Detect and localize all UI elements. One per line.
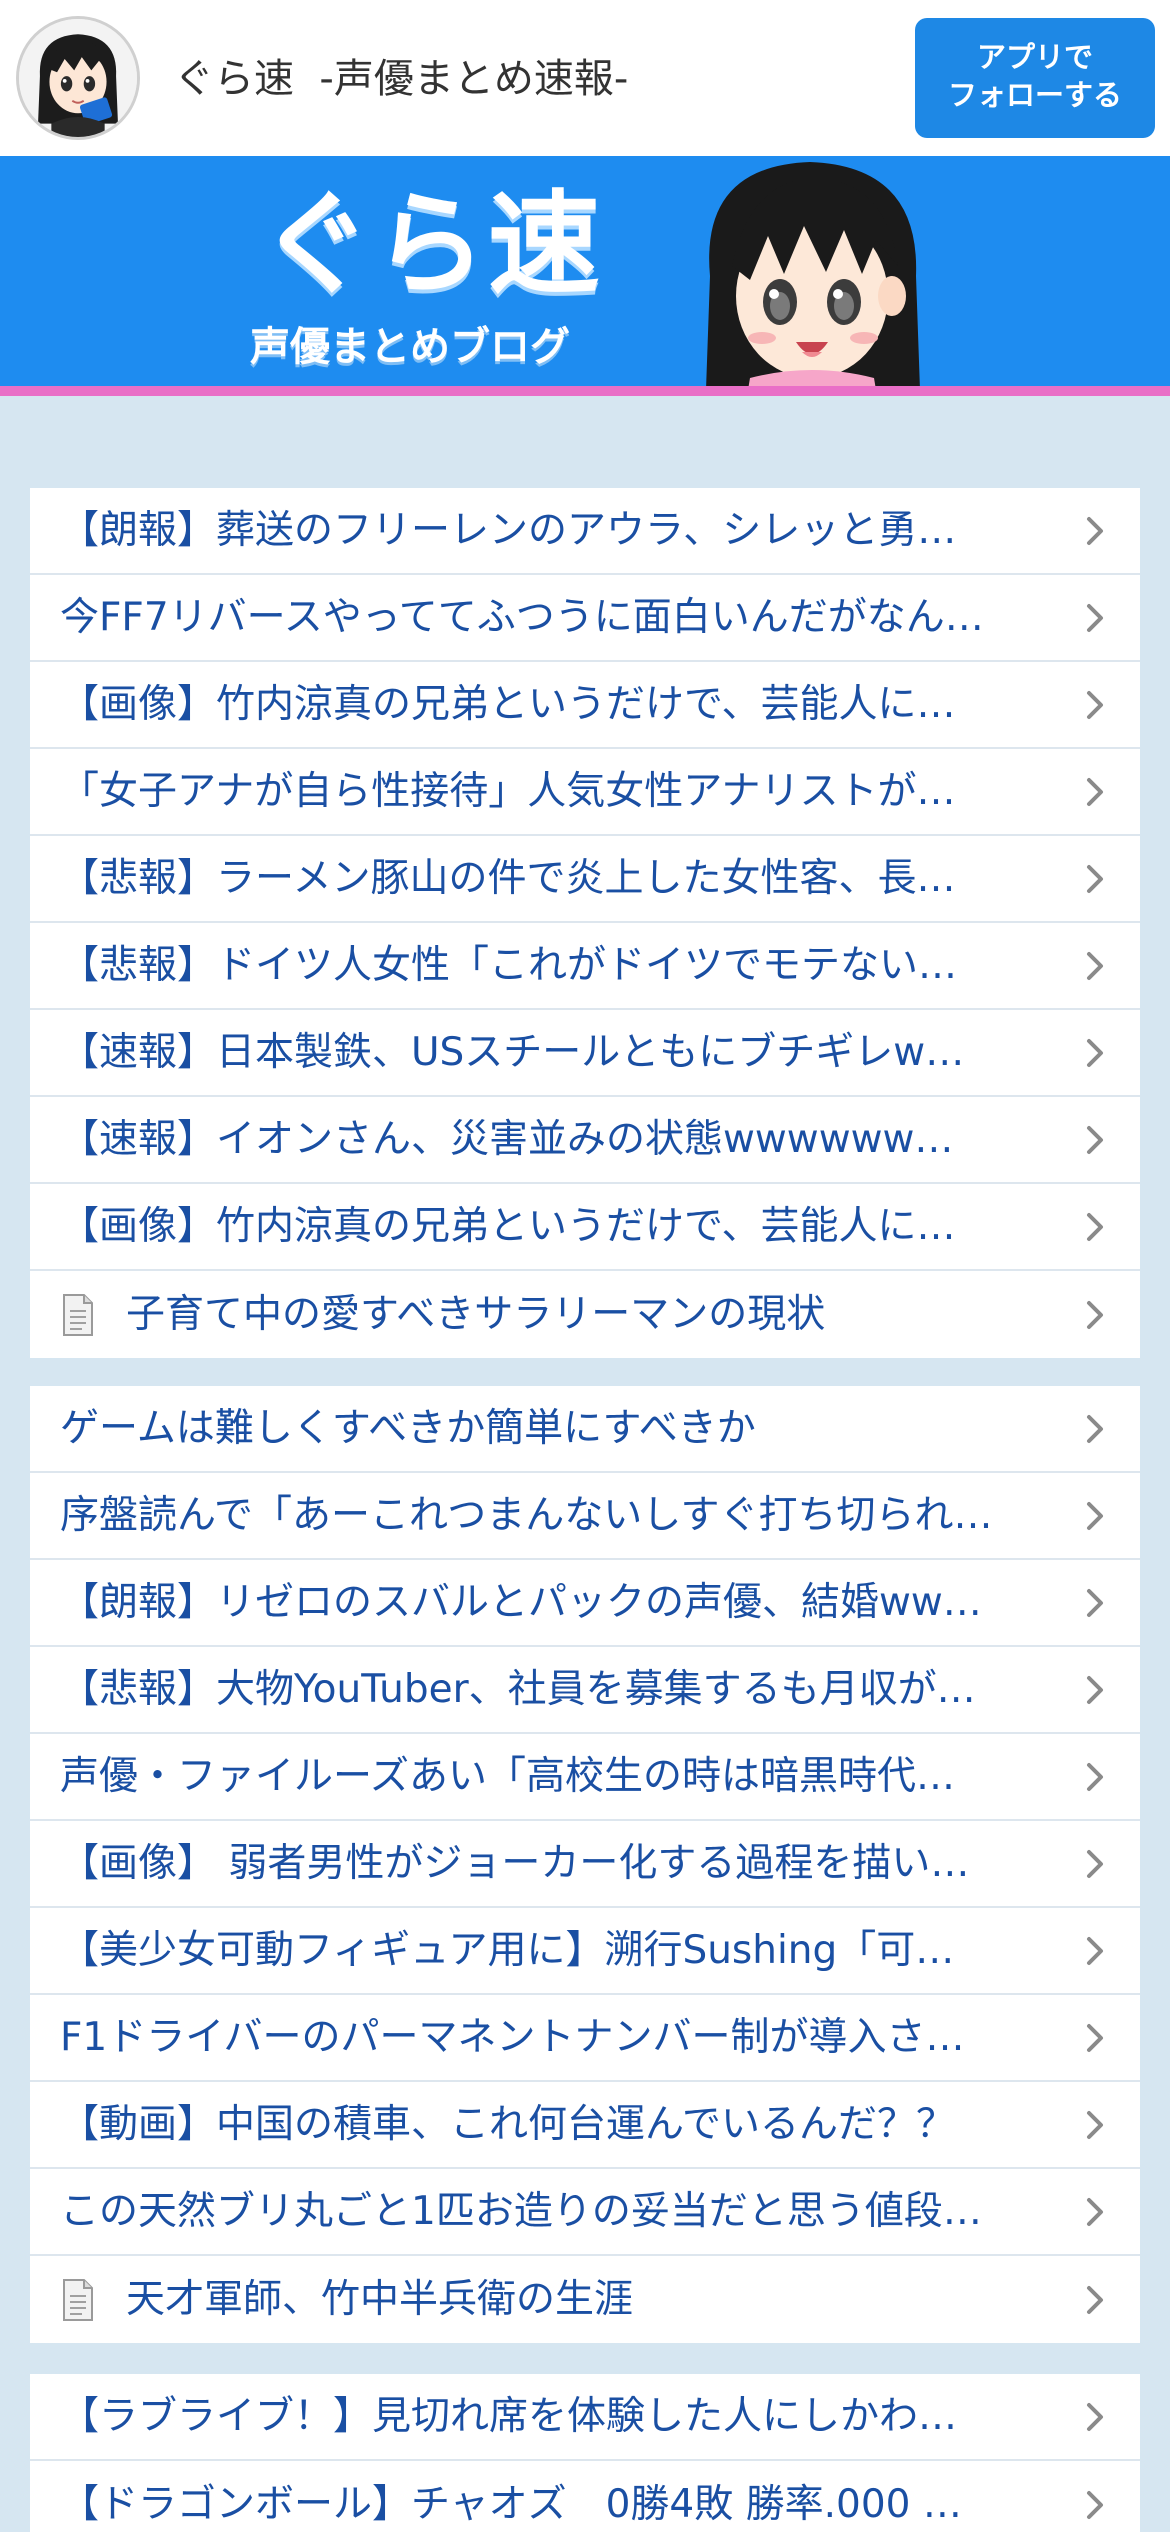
follow-in-app-button[interactable]: アプリで フォローする [915, 18, 1155, 138]
article-title: 【ラブライブ！】見切れ席を体験した人にしかわ… [60, 2394, 958, 2439]
article-title: 【画像】竹内涼真の兄弟というだけで、芸能人に… [60, 682, 956, 727]
chevron-right-icon [1080, 1295, 1110, 1335]
article-list-item[interactable]: 【ラブライブ！】見切れ席を体験した人にしかわ… [30, 2374, 1140, 2461]
chevron-right-icon [1080, 2280, 1110, 2320]
article-title: 【朗報】リゼロのスバルとパックの声優、結婚ww… [60, 1580, 982, 1625]
app-header: ぐら速 -声優まとめ速報- アプリで フォローする [0, 0, 1170, 156]
article-title: 序盤読んで「あーこれつまんないしすぐ打ち切られ… [60, 1493, 993, 1538]
chevron-right-icon [1080, 1207, 1110, 1247]
article-title: F1ドライバーのパーマネントナンバー制が導入さ… [60, 2015, 965, 2060]
article-title: 【悲報】大物YouTuber、社員を募集するも月収が… [60, 1667, 976, 1712]
chevron-right-icon [1080, 772, 1110, 812]
article-list-item[interactable]: 【画像】竹内涼真の兄弟というだけで、芸能人に… [30, 662, 1140, 749]
mascot-avatar-icon [19, 19, 137, 137]
article-title: 子育て中の愛すべきサラリーマンの現状 [126, 1292, 826, 1337]
follow-button-line2: フォローする [947, 78, 1122, 112]
article-list-3: 【ラブライブ！】見切れ席を体験した人にしかわ… 【ドラゴンボール】チャオズ 0勝4… [30, 2374, 1140, 2532]
article-list-item[interactable]: 【動画】中国の積車、これ何台運んでいるんだ？？ [30, 2082, 1140, 2169]
chevron-right-icon [1080, 598, 1110, 638]
article-list-item[interactable]: 【朗報】葬送のフリーレンのアウラ、シレッと勇… [30, 488, 1140, 575]
article-list-item[interactable]: 【悲報】ドイツ人女性「これがドイツでモテない… [30, 923, 1140, 1010]
article-list-item[interactable]: この天然ブリ丸ごと1匹お造りの妥当だと思う値段… [30, 2169, 1140, 2256]
mascot-girl-icon [706, 162, 920, 390]
article-title: 【朗報】葬送のフリーレンのアウラ、シレッと勇… [60, 508, 957, 553]
article-list-item[interactable]: 【画像】 弱者男性がジョーカー化する過程を描い… [30, 1821, 1140, 1908]
article-list-item[interactable]: 【美少女可動フィギュア用に】溯行Sushing「可… [30, 1908, 1140, 1995]
article-title: 【ドラゴンボール】チャオズ 0勝4敗 勝率.000 … [60, 2482, 962, 2527]
article-list-item[interactable]: 子育て中の愛すべきサラリーマンの現状 [30, 1271, 1140, 1358]
article-list-1: 【朗報】葬送のフリーレンのアウラ、シレッと勇… 今FF7リバースやっててふつうに面… [30, 488, 1140, 1358]
banner-subtitle: 声優まとめブログ [250, 324, 570, 370]
chevron-right-icon [1080, 2397, 1110, 2437]
article-title: 【速報】イオンさん、災害並みの状態wwwwww… [60, 1117, 954, 1162]
article-title: 声優・ファイルーズあい「高校生の時は暗黒時代… [60, 1754, 956, 1799]
chevron-right-icon [1080, 946, 1110, 986]
chevron-right-icon [1080, 2485, 1110, 2525]
banner-logo-text: ぐら速 [260, 180, 602, 310]
article-title: 【美少女可動フィギュア用に】溯行Sushing「可… [60, 1928, 955, 1973]
article-list-item[interactable]: F1ドライバーのパーマネントナンバー制が導入さ… [30, 1995, 1140, 2082]
article-title: 天才軍師、竹中半兵衛の生涯 [126, 2277, 634, 2322]
site-title[interactable]: ぐら速 -声優まとめ速報- [174, 44, 628, 114]
chevron-right-icon [1080, 1409, 1110, 1449]
article-title: 【悲報】ドイツ人女性「これがドイツでモテない… [60, 943, 958, 988]
article-title: 【悲報】ラーメン豚山の件で炎上した女性客、長… [60, 856, 956, 901]
chevron-right-icon [1080, 1583, 1110, 1623]
article-list-item[interactable]: 【速報】日本製鉄、USスチールともにブチギレw… [30, 1010, 1140, 1097]
chevron-right-icon [1080, 2192, 1110, 2232]
chevron-right-icon [1080, 2105, 1110, 2145]
chevron-right-icon [1080, 1670, 1110, 1710]
article-list-item[interactable]: 【画像】竹内涼真の兄弟というだけで、芸能人に… [30, 1184, 1140, 1271]
chevron-right-icon [1080, 1844, 1110, 1884]
article-title: 「女子アナが自ら性接待」人気女性アナリストが… [60, 769, 956, 814]
article-list-item[interactable]: 今FF7リバースやっててふつうに面白いんだがなん… [30, 575, 1140, 662]
article-list-item[interactable]: 声優・ファイルーズあい「高校生の時は暗黒時代… [30, 1734, 1140, 1821]
article-list-item[interactable]: 序盤読んで「あーこれつまんないしすぐ打ち切られ… [30, 1473, 1140, 1560]
chevron-right-icon [1080, 2018, 1110, 2058]
article-list-item[interactable]: 【朗報】リゼロのスバルとパックの声優、結婚ww… [30, 1560, 1140, 1647]
document-icon [60, 2278, 96, 2322]
chevron-right-icon [1080, 1033, 1110, 1073]
article-list-item[interactable]: 「女子アナが自ら性接待」人気女性アナリストが… [30, 749, 1140, 836]
document-icon [60, 1293, 96, 1337]
site-banner[interactable]: ぐら速 声優まとめブログ [0, 156, 1170, 390]
site-avatar[interactable] [16, 16, 140, 140]
chevron-right-icon [1080, 1931, 1110, 1971]
chevron-right-icon [1080, 685, 1110, 725]
chevron-right-icon [1080, 1757, 1110, 1797]
article-title: 【動画】中国の積車、これ何台運んでいるんだ？？ [60, 2102, 956, 2147]
article-title: この天然ブリ丸ごと1匹お造りの妥当だと思う値段… [60, 2189, 982, 2234]
article-list-item[interactable]: 【悲報】ラーメン豚山の件で炎上した女性客、長… [30, 836, 1140, 923]
article-title: 【画像】 弱者男性がジョーカー化する過程を描い… [60, 1841, 970, 1886]
article-list-2: ゲームは難しくすべきか簡単にすべきか序盤読んで「あーこれつまんないしすぐ打ち切ら… [30, 1386, 1140, 2343]
follow-button-line1: アプリで [976, 40, 1093, 74]
banner-stripe [0, 386, 1170, 396]
chevron-right-icon [1080, 1496, 1110, 1536]
article-list-item[interactable]: ゲームは難しくすべきか簡単にすべきか [30, 1386, 1140, 1473]
chevron-right-icon [1080, 859, 1110, 899]
article-title: ゲームは難しくすべきか簡単にすべきか [60, 1406, 756, 1451]
article-list-item[interactable]: 【速報】イオンさん、災害並みの状態wwwwww… [30, 1097, 1140, 1184]
article-list-item[interactable]: 【悲報】大物YouTuber、社員を募集するも月収が… [30, 1647, 1140, 1734]
chevron-right-icon [1080, 1120, 1110, 1160]
chevron-right-icon [1080, 511, 1110, 551]
article-title: 【画像】竹内涼真の兄弟というだけで、芸能人に… [60, 1204, 956, 1249]
article-list-item[interactable]: 【ドラゴンボール】チャオズ 0勝4敗 勝率.000 … [30, 2461, 1140, 2532]
article-title: 【速報】日本製鉄、USスチールともにブチギレw… [60, 1030, 965, 1075]
article-list-item[interactable]: 天才軍師、竹中半兵衛の生涯 [30, 2256, 1140, 2343]
article-title: 今FF7リバースやっててふつうに面白いんだがなん… [60, 595, 984, 640]
